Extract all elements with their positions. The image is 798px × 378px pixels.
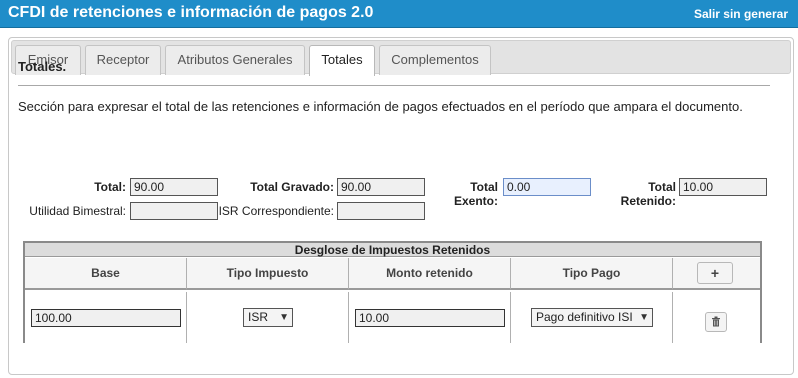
tipo-impuesto-select[interactable]: ISR ▼ <box>243 308 293 327</box>
total-gravado-input[interactable] <box>337 178 425 196</box>
total-input[interactable] <box>130 178 218 196</box>
utilidad-bimestral-input[interactable] <box>130 202 218 220</box>
total-retenido-input[interactable] <box>679 178 767 196</box>
monto-retenido-cell <box>349 292 511 343</box>
chevron-down-icon: ▼ <box>279 312 289 323</box>
total-retenido-label: Total Retenido: <box>620 180 676 208</box>
tipo-impuesto-value: ISR <box>248 310 269 324</box>
monto-retenido-input[interactable] <box>355 309 505 327</box>
column-header-tipo-pago: Tipo Pago <box>511 258 673 290</box>
grid-caption: Desglose de Impuestos Retenidos <box>25 243 760 257</box>
chevron-down-icon: ▼ <box>637 309 649 326</box>
tipo-pago-value: Pago definitivo ISI <box>536 310 633 324</box>
section-title: Totales. <box>18 59 67 74</box>
add-row-button[interactable]: + <box>697 262 733 284</box>
tab-bar: Emisor Receptor Atributos Generales Tota… <box>11 40 791 76</box>
tab-receptor[interactable]: Receptor <box>85 45 161 75</box>
trash-icon <box>712 316 720 327</box>
actions-cell <box>673 292 760 343</box>
plus-icon: + <box>710 265 720 281</box>
tipo-impuesto-cell: ISR ▼ <box>187 292 349 343</box>
total-exento-label: Total Exento: <box>453 180 498 208</box>
base-input[interactable] <box>31 309 181 327</box>
tab-atributos-generales[interactable]: Atributos Generales <box>165 45 305 75</box>
total-gravado-label: Total Gravado: <box>250 180 334 194</box>
isr-correspondiente-label: ISR Correspondiente: <box>218 204 334 218</box>
tab-complementos[interactable]: Complementos <box>379 45 491 75</box>
isr-correspondiente-input[interactable] <box>337 202 425 220</box>
section-description: Sección para expresar el total de las re… <box>18 99 743 114</box>
column-header-actions: + <box>673 258 760 290</box>
utilidad-bimestral-label: Utilidad Bimestral: <box>29 204 126 218</box>
delete-row-button[interactable] <box>705 312 727 332</box>
exit-without-saving-link[interactable]: Salir sin generar <box>694 7 788 21</box>
tipo-pago-cell: Pago definitivo ISI ▼ <box>511 292 673 343</box>
total-exento-input[interactable] <box>503 178 591 196</box>
table-row <box>25 292 187 343</box>
retained-taxes-grid: Desglose de Impuestos Retenidos Base Tip… <box>23 241 762 343</box>
tab-totales[interactable]: Totales <box>309 45 375 76</box>
column-header-tipo-impuesto: Tipo Impuesto <box>187 258 349 290</box>
section-divider <box>18 85 770 86</box>
total-label: Total: <box>94 180 126 194</box>
title-bar: CFDI de retenciones e información de pag… <box>0 0 798 28</box>
column-header-base: Base <box>25 258 187 290</box>
column-header-monto-retenido: Monto retenido <box>349 258 511 290</box>
tipo-pago-select[interactable]: Pago definitivo ISI ▼ <box>531 308 653 327</box>
app-title: CFDI de retenciones e información de pag… <box>8 4 374 21</box>
